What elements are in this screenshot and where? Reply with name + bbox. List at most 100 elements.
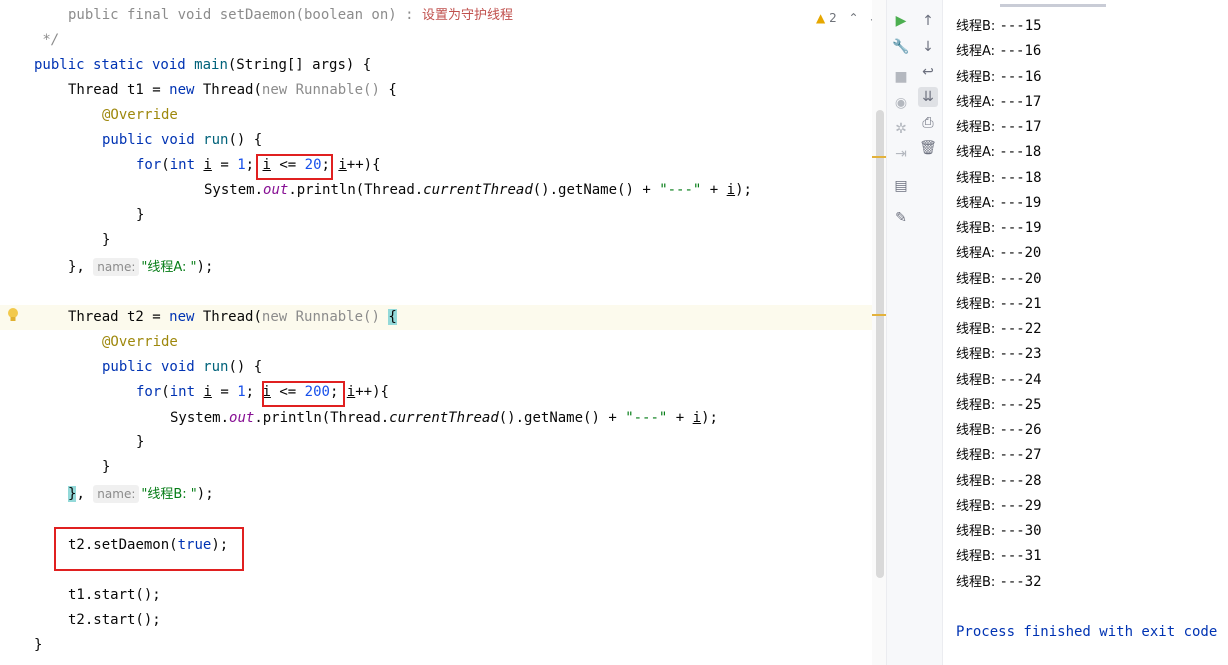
stop-icon[interactable]: ■ [891,67,911,87]
console-line: 线程A: ---19 [956,191,1041,216]
console-line-value: ---19 [999,220,1042,236]
console-line-label: 线程A: [956,94,1000,110]
camera-icon[interactable]: ◉ [891,93,911,113]
console-line-value: ---23 [999,346,1042,363]
debug-settings-icon[interactable]: ✲ [891,119,911,139]
console-line-value: ---30 [999,523,1042,539]
layout-icon[interactable]: ▤ [891,176,911,196]
trash-icon[interactable]: 🗑 [918,138,938,158]
console-line: 线程B: ---19 [956,216,1042,241]
console-line-value: ---16 [999,68,1042,85]
console-line-label: 线程B: [956,271,1000,287]
setdaemon-signature: public final void setDaemon(boolean on) [68,7,397,23]
code-line-println-1: System.out.println(Thread.currentThread(… [204,182,752,198]
console-line-label: 线程B: [956,69,1000,85]
lightbulb-icon[interactable] [6,305,20,325]
code-line-close-run-2: } [102,459,111,475]
up-arrow-icon[interactable]: ↑ [918,11,938,31]
editor-scrollbar-thumb[interactable] [876,110,884,578]
editor-marker[interactable] [872,314,886,316]
code-line-close-run-1: } [102,232,111,248]
code-editor[interactable]: public final void setDaemon(boolean on) … [0,0,886,665]
code-line-t2-end: }, name: "线程B: "); [68,485,214,503]
console-line-label: 线程B: [956,498,1000,514]
setdaemon-doc-text: 设置为守护线程 [422,8,514,23]
console-line-label: 线程A: [956,246,1000,262]
code-line-close-main: } [34,637,43,653]
console-line-label: 线程B: [956,423,1000,438]
t2-name-string: "线程B: " [141,487,197,502]
console-line: 线程B: ---22 [956,317,1042,342]
console-line: 线程B: ---26 [956,418,1042,443]
t1-name-string: "线程A: " [141,260,197,275]
console-line-label: 线程B: [956,448,1000,464]
console-line-label: 线程B: [956,170,1000,186]
console-line-value: ---18 [999,169,1042,186]
console-line: 线程B: ---24 [956,368,1042,393]
pin-icon[interactable]: ✎ [891,208,911,228]
code-line-run-1: public void run() { [102,132,263,148]
console-line: 线程B: ---18 [956,166,1042,191]
console-line: 线程B: ---21 [956,292,1042,317]
console-line-value: ---16 [999,43,1042,60]
console-line-value: ---17 [999,119,1042,135]
down-arrow-icon[interactable]: ↓ [918,37,938,57]
chevron-up-icon[interactable]: ⌃ [849,11,859,25]
comment-end: */ [34,32,60,48]
console-line-value: ---29 [999,497,1042,514]
console-line-value: ---20 [999,245,1042,262]
console-line-label: 线程A: [956,44,1000,60]
run-toolbar-left: ▶ 🔧 ■ ◉ ✲ ⇥ ▤ ✎ [886,0,915,665]
console-line: 线程B: ---15 [956,14,1042,39]
scroll-to-end-icon[interactable]: ⇊ [918,87,938,107]
console-line-value: ---27 [999,447,1042,464]
wrench-icon[interactable]: 🔧 [891,37,911,57]
console-line-value: ---19 [999,194,1042,211]
code-line-println-2: System.out.println(Thread.currentThread(… [170,410,718,426]
console-line: 线程B: ---23 [956,342,1042,367]
warning-icon: ▲ [816,11,826,25]
console-line: 线程A: ---18 [956,140,1041,165]
code-line-override-2: @Override [102,334,178,350]
warnings-indicator[interactable]: ▲ 2 ⌃ ⌄ [816,11,878,25]
console-line-label: 线程B: [956,322,1000,337]
console-line-value: ---15 [999,18,1042,34]
console-line-label: 线程B: [956,549,1000,565]
login-icon[interactable]: ⇥ [891,144,911,164]
console-line-value: ---28 [999,472,1042,489]
console-line-label: 线程B: [956,473,1000,489]
soft-wrap-icon[interactable]: ↩ [918,62,938,82]
console-line: 线程B: ---29 [956,494,1042,519]
console-line-label: 线程A: [956,145,1000,161]
console-line: 线程A: ---17 [956,90,1041,115]
param-hint-name-2: name: [93,485,140,503]
console-line-label: 线程B: [956,120,1000,135]
highlight-box-t1-bound [256,154,333,180]
code-line-start-1: t1.start(); [68,587,161,603]
param-hint-name-1: name: [93,258,140,276]
console-line: 线程B: ---31 [956,544,1042,569]
print-icon[interactable]: ⎙ [918,113,938,133]
code-line-main: public static void main(String[] args) { [34,57,372,73]
console-line-value: ---21 [999,295,1042,312]
console-line: 线程B: ---16 [956,65,1042,90]
process-finished-text: Process finished with exit code [956,624,1218,640]
editor-marker[interactable] [872,156,886,158]
console-line-value: ---18 [999,144,1042,161]
code-line-override-1: @Override [102,107,178,123]
console-line: 线程A: ---20 [956,241,1041,266]
console-line-label: 线程B: [956,347,1000,363]
console-line-value: ---20 [999,270,1042,287]
run-icon[interactable]: ▶ [891,11,911,31]
code-line-setdaemon-doc: public final void setDaemon(boolean on) … [68,3,513,28]
code-line-start-2: t2.start(); [68,612,161,628]
console-line: 线程B: ---27 [956,443,1042,468]
console-line: 线程B: ---28 [956,469,1042,494]
setdaemon-separator: : [396,7,423,23]
console-line: 线程B: ---32 [956,570,1042,595]
highlight-box-t2-bound [262,381,345,407]
code-line-run-2: public void run() { [102,359,263,375]
console-line: 线程A: ---16 [956,39,1041,64]
console-line-label: 线程B: [956,221,1000,236]
console-line-label: 线程B: [956,372,1000,388]
